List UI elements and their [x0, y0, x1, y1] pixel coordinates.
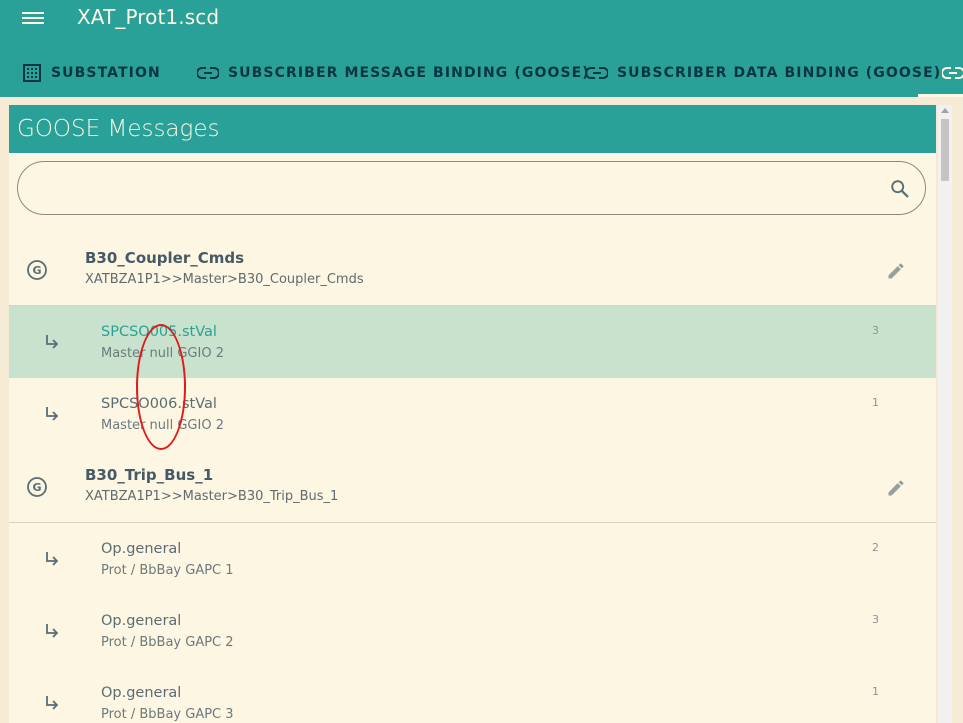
item-subtitle: Master null GGIO 2 [101, 418, 224, 433]
subdirectory-arrow-icon [46, 624, 59, 638]
goose-icon: G [27, 260, 47, 280]
goose-messages-panel: GOOSE Messages G B30_Coupler_Cmds XATBZA… [9, 105, 936, 723]
tab-label: SUBSCRIBER MESSAGE BINDING (GOOSE) [228, 65, 590, 81]
subdirectory-arrow-icon [46, 552, 59, 566]
menu-icon[interactable] [22, 9, 44, 27]
item-title: Op.general [101, 613, 182, 629]
search-icon[interactable] [889, 178, 911, 200]
edit-icon[interactable] [886, 261, 906, 281]
link-icon [586, 67, 608, 79]
subscriber-count: 1 [872, 396, 879, 409]
link-icon [197, 67, 219, 79]
panel-title: GOOSE Messages [9, 105, 936, 153]
item-subtitle: Master null GGIO 2 [101, 346, 224, 361]
scrollbar[interactable] [938, 105, 952, 723]
search-field[interactable] [17, 161, 926, 215]
svg-text:G: G [32, 481, 41, 494]
link-icon [942, 67, 963, 79]
goose-icon: G [27, 477, 47, 497]
list-item[interactable]: SPCSO006.stVal Master null GGIO 2 1 [9, 378, 936, 450]
goose-group-row[interactable]: G B30_Coupler_Cmds XATBZA1P1>>Master>B30… [9, 237, 936, 305]
search-input[interactable] [38, 176, 882, 202]
subscriber-count: 3 [872, 613, 879, 626]
group-path: XATBZA1P1>>Master>B30_Trip_Bus_1 [85, 489, 339, 504]
tab-substation[interactable]: SUBSTATION [22, 52, 161, 94]
tab-subscriber-message-binding[interactable]: SUBSCRIBER MESSAGE BINDING (GOOSE) [197, 52, 590, 94]
scroll-up-arrow-icon[interactable] [941, 108, 949, 113]
item-title: Op.general [101, 685, 182, 701]
goose-group-row[interactable]: G B30_Trip_Bus_1 XATBZA1P1>>Master>B30_T… [9, 454, 936, 522]
app-bar: XAT_Prot1.scd SUBSTATION SUBSCRIBER MESS… [0, 0, 963, 97]
item-subtitle: Prot / BbBay GAPC 3 [101, 707, 234, 722]
svg-text:G: G [32, 264, 41, 277]
tab-active[interactable] [942, 52, 963, 94]
active-tab-indicator [918, 94, 963, 97]
item-subtitle: Prot / BbBay GAPC 2 [101, 635, 234, 650]
group-path: XATBZA1P1>>Master>B30_Coupler_Cmds [85, 272, 364, 287]
item-title: SPCSO006.stVal [101, 396, 217, 412]
list-item[interactable]: SPCSO005.stVal Master null GGIO 2 3 [9, 306, 936, 378]
subdirectory-arrow-icon [46, 696, 59, 710]
tab-bar: SUBSTATION SUBSCRIBER MESSAGE BINDING (G… [0, 52, 963, 97]
tab-label: SUBSCRIBER DATA BINDING (GOOSE) [617, 65, 942, 81]
subdirectory-arrow-icon [46, 407, 59, 421]
list-item[interactable]: Op.general Prot / BbBay GAPC 2 3 [9, 595, 936, 667]
tab-subscriber-data-binding[interactable]: SUBSCRIBER DATA BINDING (GOOSE) [586, 52, 941, 94]
item-title: SPCSO005.stVal [101, 324, 217, 340]
group-title: B30_Coupler_Cmds [85, 249, 245, 267]
subdirectory-arrow-icon [46, 335, 59, 349]
subscriber-count: 3 [872, 324, 879, 337]
group-title: B30_Trip_Bus_1 [85, 466, 214, 484]
tab-label: SUBSTATION [51, 65, 161, 81]
list-item[interactable]: Op.general Prot / BbBay GAPC 3 1 [9, 667, 936, 723]
item-subtitle: Prot / BbBay GAPC 1 [101, 563, 234, 578]
grid-icon [23, 64, 41, 82]
edit-icon[interactable] [886, 478, 906, 498]
item-title: Op.general [101, 541, 182, 557]
subscriber-count: 2 [872, 541, 879, 554]
list-item[interactable]: Op.general Prot / BbBay GAPC 1 2 [9, 523, 936, 595]
app-title: XAT_Prot1.scd [77, 5, 220, 29]
subscriber-count: 1 [872, 685, 879, 698]
scrollbar-thumb[interactable] [941, 119, 949, 181]
